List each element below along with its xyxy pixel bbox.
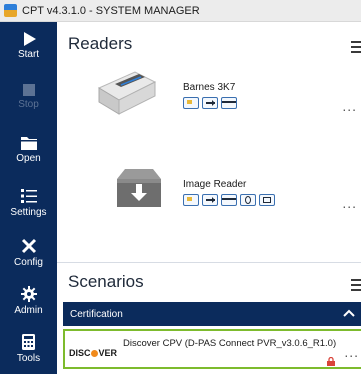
scenario-name: Discover CPV (D-PAS Connect PVR_v3.0.6_R… [123, 338, 337, 349]
contact-chip-icon [183, 97, 199, 109]
certification-group-header[interactable]: Certification [63, 302, 361, 326]
calculator-icon [22, 334, 35, 350]
scenarios-menu-icon[interactable] [351, 279, 361, 291]
reader-item[interactable]: Barnes 3K7 ... [57, 58, 361, 148]
sidebar-item-label: Tools [16, 353, 41, 364]
settings-list-icon [20, 189, 37, 203]
sidebar-item-label: Config [14, 257, 43, 268]
gear-icon [20, 286, 37, 302]
reader-name: Image Reader [183, 179, 247, 190]
insert-card-icon [202, 97, 218, 109]
reader-item[interactable]: Image Reader ... [57, 155, 361, 245]
app-logo-icon [4, 4, 17, 17]
sidebar-item-admin[interactable]: Admin [0, 280, 57, 332]
magstripe-icon [221, 194, 237, 206]
readers-menu-icon[interactable] [351, 41, 361, 53]
title-bar: CPT v4.3.1.0 - SYSTEM MANAGER [0, 0, 361, 22]
contactless-icon [240, 194, 256, 206]
card-reader-device-icon [97, 71, 157, 115]
reader-capabilities [183, 97, 237, 109]
insert-card-icon [202, 194, 218, 206]
download-box-icon [117, 169, 161, 207]
window-title: CPT v4.3.1.0 - SYSTEM MANAGER [22, 4, 200, 17]
sidebar-item-start[interactable]: Start [0, 26, 57, 78]
sidebar-item-stop[interactable]: Stop [0, 78, 57, 130]
readers-heading: Readers [68, 34, 133, 53]
reader-name: Barnes 3K7 [183, 82, 236, 93]
play-icon [23, 32, 36, 46]
lock-icon [327, 357, 335, 366]
group-label: Certification [70, 308, 123, 320]
system-manager-window: CPT v4.3.1.0 - SYSTEM MANAGER Start Stop… [0, 0, 361, 374]
sidebar: Start Stop Open Settings Config Admin To… [0, 22, 57, 374]
stop-icon [22, 84, 35, 96]
magstripe-icon [221, 97, 237, 109]
sidebar-item-label: Admin [14, 305, 43, 316]
scenario-item[interactable]: DISC VER Discover CPV (D-PAS Connect PVR_… [63, 329, 361, 369]
scenario-more-button[interactable]: ... [344, 344, 359, 360]
reader-more-button[interactable]: ... [342, 98, 357, 114]
sidebar-item-open[interactable]: Open [0, 130, 57, 182]
discover-logo: DISC VER [69, 348, 118, 358]
reader-capabilities [183, 194, 275, 206]
tools-icon [21, 238, 36, 254]
contact-chip-icon [183, 194, 199, 206]
sidebar-item-config[interactable]: Config [0, 232, 57, 284]
reader-more-button[interactable]: ... [342, 195, 357, 211]
section-divider [57, 262, 361, 263]
scenarios-heading: Scenarios [68, 272, 144, 291]
sidebar-item-label: Settings [10, 207, 47, 218]
sidebar-item-label: Start [17, 49, 40, 60]
sidebar-item-tools[interactable]: Tools [0, 328, 57, 374]
image-card-icon [259, 194, 275, 206]
sidebar-item-label: Open [16, 153, 41, 164]
folder-icon [20, 137, 37, 150]
sidebar-item-label: Stop [18, 99, 39, 110]
sidebar-item-settings[interactable]: Settings [0, 182, 57, 234]
chevron-up-icon[interactable] [343, 308, 355, 318]
